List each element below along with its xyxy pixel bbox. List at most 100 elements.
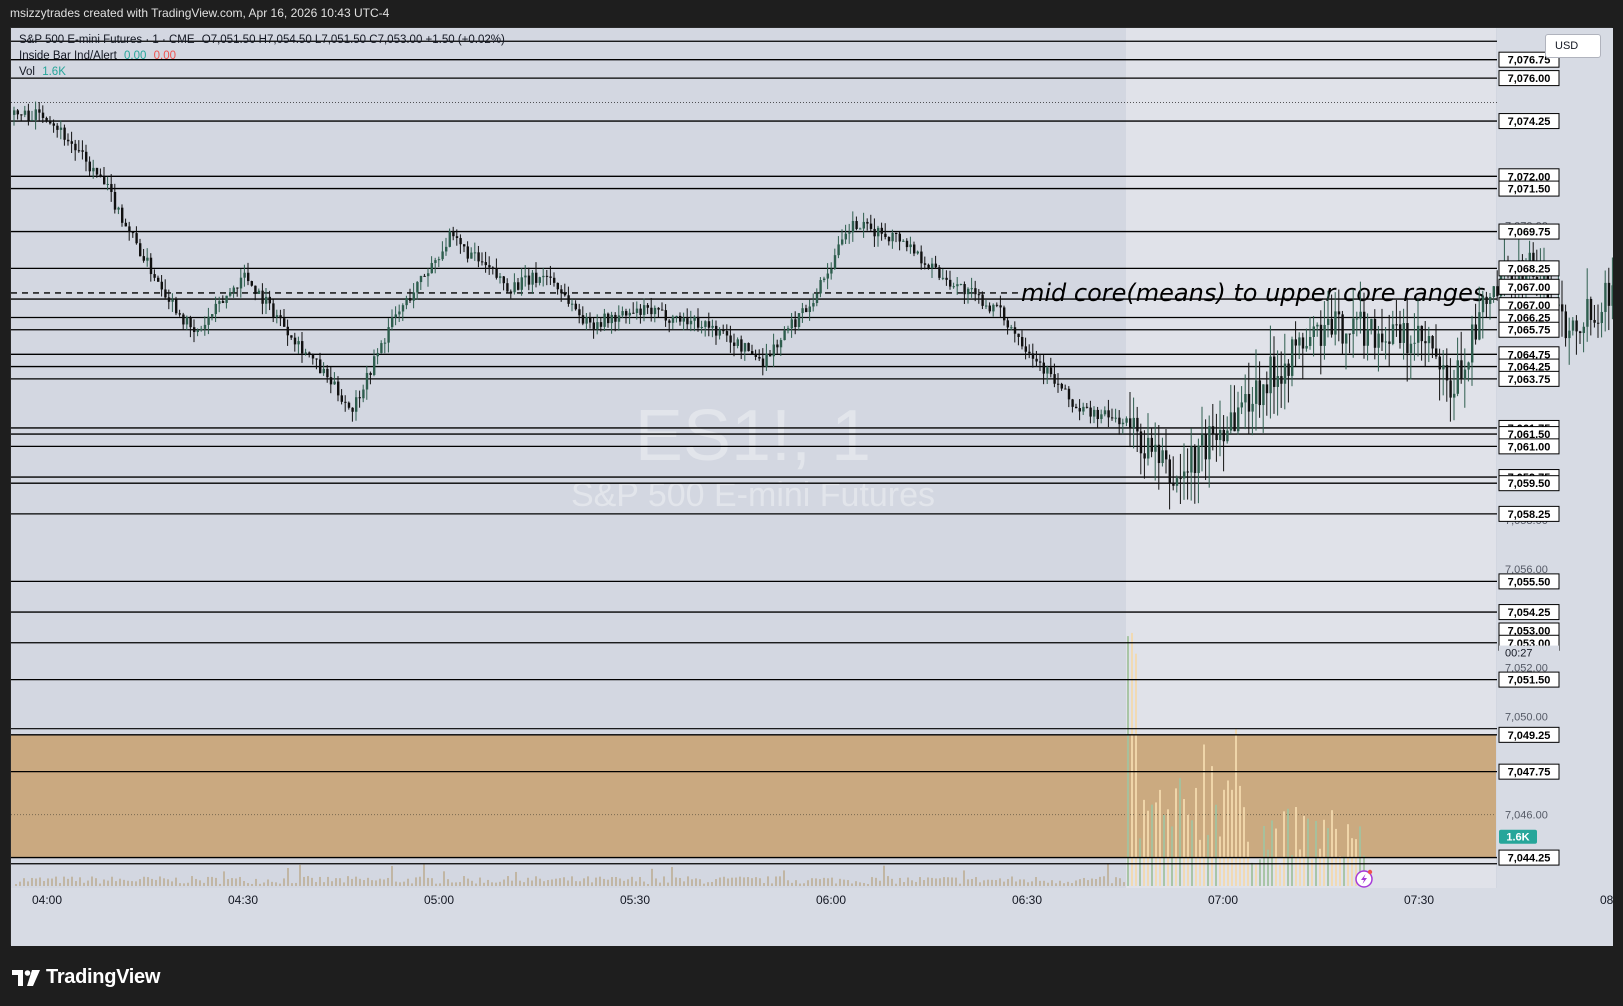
volume-bar	[975, 877, 977, 886]
candle-body	[1359, 311, 1362, 319]
volume-bar	[1207, 834, 1209, 886]
volume-bar	[383, 879, 385, 886]
volume-bar	[699, 879, 701, 886]
candle-body	[297, 341, 300, 345]
candle-body	[877, 227, 880, 237]
level-price-label: 7,054.25	[1508, 607, 1551, 619]
volume-bar	[771, 883, 773, 886]
candle-body	[1287, 363, 1290, 376]
volume-bar	[1175, 788, 1177, 886]
volume-bar	[1167, 809, 1169, 886]
candle-body	[614, 314, 617, 322]
chart-canvas[interactable]: ES1!, 1S&P 500 E-mini Futures mid core(m…	[11, 28, 1613, 946]
candle-body	[1024, 346, 1027, 352]
candle-body	[333, 381, 336, 385]
volume-bar	[1135, 653, 1137, 886]
volume-bar	[107, 880, 109, 886]
volume-bar	[451, 882, 453, 886]
candle-body	[1053, 374, 1056, 384]
price-axis-tick-label: 7,046.00	[1505, 810, 1548, 822]
candle-body	[1010, 327, 1013, 329]
legend-indicator-row[interactable]: Inside Bar Ind/Alert 0.00 0.00	[19, 50, 180, 62]
level-price-label: 7,059.50	[1508, 478, 1551, 490]
volume-bar	[379, 878, 381, 886]
volume-bar	[759, 878, 761, 886]
range-annotation: mid core(means) to upper core ranges	[1021, 279, 1485, 307]
candle-body	[1607, 282, 1611, 306]
candle-body	[268, 296, 271, 304]
candle-body	[1384, 341, 1387, 343]
volume-bar	[439, 883, 441, 886]
level-price-label: 7,044.25	[1508, 853, 1551, 865]
candle-body	[358, 397, 361, 399]
candle-body	[1485, 296, 1488, 304]
legend-symbol-row[interactable]: S&P 500 E-mini Futures · 1 · CME O7,051.…	[19, 34, 509, 46]
volume-bar	[299, 864, 301, 886]
candle-body	[697, 316, 700, 328]
candle-body	[473, 252, 477, 254]
volume-bar	[303, 876, 305, 886]
volume-bar	[1035, 877, 1037, 886]
candle-body	[783, 330, 786, 341]
volume-bar	[575, 881, 577, 886]
volume-bar	[59, 883, 61, 886]
currency-button[interactable]: USD	[1545, 34, 1601, 58]
candle-body	[1276, 376, 1279, 387]
volume-bar	[1235, 729, 1237, 886]
volume-bar	[331, 881, 333, 886]
candle-body	[848, 232, 851, 234]
volume-bar	[1263, 826, 1265, 886]
time-axis-tick-label: 04:00	[32, 893, 62, 907]
candle-body	[1269, 356, 1272, 394]
candle-body	[77, 150, 81, 152]
candle-body	[769, 353, 772, 357]
volume-bar	[571, 876, 573, 886]
candle-body	[416, 282, 419, 293]
legend-volume-row[interactable]: Vol 1.6K	[19, 66, 70, 78]
volume-bar	[907, 877, 909, 886]
volume-bar	[863, 882, 865, 886]
volume-bar	[803, 883, 805, 886]
brand-text: TradingView	[46, 966, 161, 988]
volume-bar	[203, 882, 205, 886]
candle-body	[398, 311, 401, 315]
volume-bar	[119, 878, 121, 886]
candle-body	[1435, 348, 1438, 357]
volume-bar	[619, 878, 621, 886]
candle-body	[1201, 434, 1204, 446]
volume-bar	[171, 881, 173, 886]
volume-bar	[323, 882, 325, 886]
candle-body	[1157, 444, 1161, 464]
candle-body	[704, 321, 707, 327]
level-price-label: 7,055.50	[1508, 576, 1551, 588]
candle-body	[934, 263, 937, 268]
candle-body	[679, 315, 682, 322]
level-price-label: 7,067.00	[1508, 282, 1551, 294]
candle-body	[1438, 356, 1441, 370]
candle-body	[121, 207, 124, 223]
volume-bar	[823, 877, 825, 886]
volume-bar	[527, 877, 529, 886]
volume-badge: 1.6K	[1506, 832, 1529, 844]
candle-body	[117, 207, 120, 210]
volume-bar	[1067, 881, 1069, 886]
candle-body	[779, 340, 783, 348]
volume-bar	[335, 878, 337, 886]
volume-bar	[739, 876, 741, 886]
candle-body	[967, 288, 970, 295]
level-price-label: 7,047.75	[1508, 767, 1551, 779]
candle-body	[124, 222, 127, 227]
volume-bar	[55, 876, 57, 886]
candle-body	[1283, 363, 1287, 384]
candle-body	[1229, 412, 1233, 431]
chart-panel[interactable]: ES1!, 1 S&P 500 E-mini Futures mid core(m…	[10, 27, 1613, 946]
volume-bar	[939, 878, 941, 886]
candle-body	[625, 311, 628, 316]
candle-body	[502, 276, 505, 284]
candle-body	[765, 353, 768, 367]
volume-bar	[187, 882, 189, 886]
volume-bar	[179, 883, 181, 886]
candle-body	[585, 317, 588, 324]
candle-body	[1366, 329, 1369, 346]
volume-bar	[227, 879, 229, 886]
